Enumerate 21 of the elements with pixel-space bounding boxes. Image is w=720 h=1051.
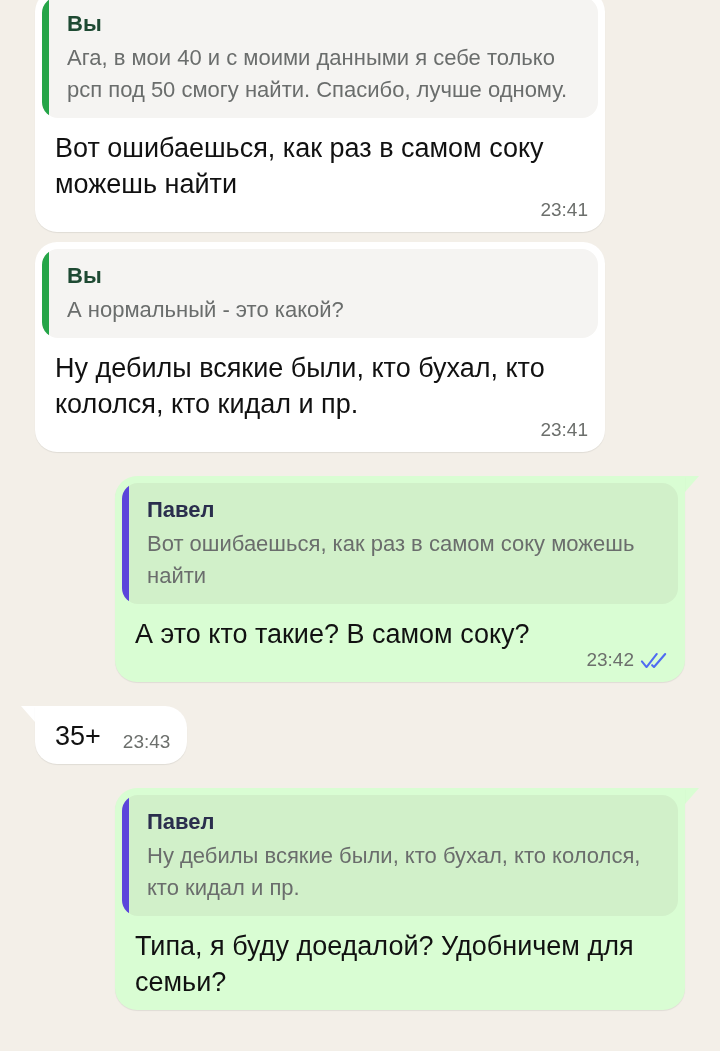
quote-author: Павел <box>147 496 216 524</box>
quote-author: Вы <box>67 10 103 38</box>
quote-author: Павел <box>147 808 216 836</box>
quote-text: Вот ошибаешься, как раз в самом соку можешь найти <box>147 530 636 590</box>
quoted-message[interactable]: Вы Ага, в мои 40 и с моими данными я себе только рсп под 50 смогу найти. Спасибо, лучше одному. <box>42 0 598 118</box>
quoted-message[interactable]: Павел Ну дебилы всякие были, кто бухал, кто кололся, кто кидал и пр. <box>122 795 678 916</box>
message-text: А это кто такие? В самом соку? <box>135 618 531 651</box>
quote-text: А нормальный - это какой? <box>67 296 344 324</box>
message-text: Ну дебилы всякие были, кто бухал, кто кололся, кто кидал и пр. <box>55 352 546 421</box>
message-text: 35+ <box>55 720 101 753</box>
quoted-message[interactable]: Павел Вот ошибаешься, как раз в самом соку можешь найти <box>122 483 678 604</box>
message-time: 23:42 <box>586 648 634 672</box>
message-time: 23:41 <box>540 198 588 222</box>
message-time: 23:43 <box>122 730 171 754</box>
quote-author: Вы <box>67 262 103 290</box>
message-text: Вот ошибаешься, как раз в самом соку можешь найти <box>55 132 545 201</box>
message-text: Типа, я буду доедалой? Удобничем для семьи? <box>135 930 635 999</box>
quote-text: Ну дебилы всякие были, кто бухал, кто кололся, кто кидал и пр. <box>147 842 642 902</box>
quoted-message[interactable]: Вы А нормальный - это какой? <box>42 249 598 338</box>
message-time: 23:41 <box>540 418 588 442</box>
quote-text: Ага, в мои 40 и с моими данными я себе только рсп под 50 смогу найти. Спасибо, лучше одному. <box>67 44 569 104</box>
